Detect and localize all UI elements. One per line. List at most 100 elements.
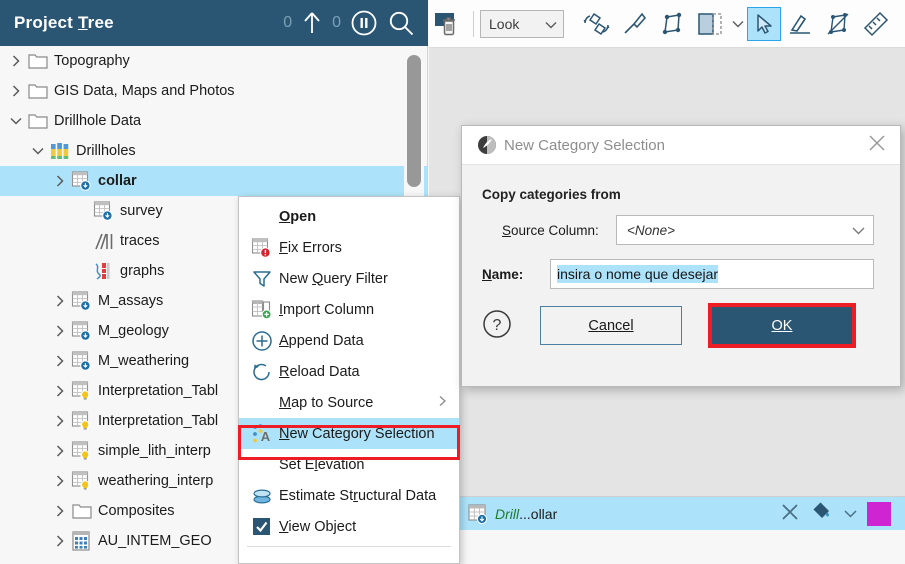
menu-item-reload-data[interactable]: Reload Data	[239, 356, 459, 387]
close-icon[interactable]	[868, 134, 900, 156]
chevron-down-icon[interactable]	[28, 144, 48, 158]
menu-item-label: Map to Source	[279, 394, 374, 411]
table-data-icon	[70, 290, 94, 312]
chevron-down-icon[interactable]	[844, 506, 857, 521]
toolbar-divider	[473, 10, 474, 37]
chevron-down-icon	[545, 16, 557, 32]
polyline-edit-button[interactable]	[819, 4, 857, 44]
funnel-filter-icon	[245, 268, 279, 290]
menu-item-fix-errors[interactable]: Fix Errors	[239, 232, 459, 263]
ok-button-highlight: OK	[708, 303, 856, 348]
tree-item-label: Interpretation_Tabl	[98, 383, 219, 399]
tree-item-label: simple_lith_interp	[98, 443, 211, 459]
tree-item-label: Topography	[54, 53, 130, 69]
chevron-down-icon[interactable]	[6, 114, 26, 128]
delete-scene-button[interactable]	[429, 4, 467, 44]
menu-item-label: Append Data	[279, 332, 364, 349]
tree-item-label: GIS Data, Maps and Photos	[54, 83, 235, 99]
block-model-icon	[70, 530, 94, 552]
tree-item-topography[interactable]: Topography	[0, 46, 427, 76]
chevron-right-icon[interactable]	[50, 294, 70, 308]
tree-item-collar[interactable]: collar	[0, 166, 427, 196]
chevron-right-icon[interactable]	[50, 534, 70, 548]
copy-categories-label: Copy categories from	[482, 187, 621, 202]
chevron-right-icon	[438, 395, 459, 410]
pause-circle-icon[interactable]	[350, 9, 378, 37]
chevron-down-icon	[852, 223, 865, 238]
orbit-rotate-button[interactable]	[577, 4, 615, 44]
chevron-right-icon[interactable]	[50, 504, 70, 518]
tree-item-gis-data-maps-and-photos[interactable]: GIS Data, Maps and Photos	[0, 76, 427, 106]
dialog-buttons: ? Cancel OK	[482, 303, 880, 348]
tree-item-label: M_weathering	[98, 353, 190, 369]
menu-item-view-object[interactable]: View Object	[239, 511, 459, 542]
menu-item-import-column[interactable]: Import Column	[239, 294, 459, 325]
shape-row-actions	[780, 501, 905, 526]
menu-item-label: Open	[279, 208, 317, 225]
chevron-right-icon[interactable]	[50, 354, 70, 368]
close-x-icon[interactable]	[780, 502, 800, 525]
chevron-right-icon[interactable]	[50, 384, 70, 398]
dialog-body: Copy categories from Source Column: <Non…	[462, 165, 900, 348]
paint-bucket-icon[interactable]	[810, 502, 834, 525]
menu-item-new-category-selection[interactable]: A New Category Selection	[239, 418, 459, 449]
chevron-right-icon[interactable]	[50, 414, 70, 428]
folder-icon	[26, 110, 50, 132]
menu-item-label: Reload Data	[279, 363, 360, 380]
draw-polygon-button[interactable]	[653, 4, 691, 44]
context-menu[interactable]: Open Fix Errors New Query Filter Import Col…	[238, 196, 460, 564]
question-circle-icon[interactable]: ?	[482, 309, 516, 342]
menu-item-label: Estimate Structural Data	[279, 487, 437, 504]
chevron-right-icon[interactable]	[50, 444, 70, 458]
chevron-right-icon[interactable]	[50, 174, 70, 188]
select-pointer-button[interactable]	[747, 6, 781, 41]
table-data-icon	[92, 200, 116, 222]
tree-item-label: M_assays	[98, 293, 164, 309]
draw-line-button[interactable]	[615, 4, 653, 44]
clipping-box-dropdown[interactable]	[729, 4, 747, 44]
chevron-right-icon[interactable]	[50, 474, 70, 488]
clipping-box-button[interactable]	[691, 4, 729, 44]
tree-item-drillhole-data[interactable]: Drillhole Data	[0, 106, 427, 136]
menu-item-label: View Object	[279, 518, 357, 535]
ok-button[interactable]: OK	[712, 307, 852, 344]
name-input[interactable]: insira o nome que desejar	[550, 259, 874, 289]
menu-item-estimate-structural-data[interactable]: Estimate Structural Data	[239, 480, 459, 511]
tree-scrollbar-thumb[interactable]	[407, 55, 421, 187]
tree-item-label: Drillhole Data	[54, 113, 142, 129]
measure-ruler-button[interactable]	[857, 4, 895, 44]
menu-item-label: Fix Errors	[279, 239, 342, 256]
menu-item-map-to-source[interactable]: Map to Source	[239, 387, 459, 418]
upload-arrow-icon[interactable]	[301, 10, 323, 36]
chevron-right-icon[interactable]	[50, 324, 70, 338]
svg-text:A: A	[261, 429, 271, 444]
queue-count: 0	[332, 14, 341, 31]
look-dropdown-label: Look	[489, 15, 520, 32]
table-interp-icon	[70, 380, 94, 402]
table-interp-icon	[70, 440, 94, 462]
tree-item-label: collar	[98, 173, 137, 189]
table-interp-icon	[70, 470, 94, 492]
traces-icon	[92, 230, 116, 252]
menu-item-open[interactable]: Open	[239, 201, 459, 232]
chevron-right-icon[interactable]	[6, 54, 26, 68]
shape-color-swatch[interactable]	[867, 501, 891, 526]
page-title: Project Tree	[14, 13, 114, 32]
menu-item-set-elevation[interactable]: Set Elevation	[239, 449, 459, 480]
chevron-right-icon[interactable]	[6, 84, 26, 98]
menu-item-append-data[interactable]: Append Data	[239, 325, 459, 356]
search-icon[interactable]	[387, 9, 415, 37]
shape-list-row[interactable]: Drill...ollar	[429, 497, 905, 530]
source-column-select[interactable]: <None>	[616, 215, 874, 245]
cancel-button[interactable]: Cancel	[540, 306, 682, 345]
svg-text:?: ?	[493, 317, 502, 334]
tree-item-drillholes[interactable]: Drillholes	[0, 136, 427, 166]
source-column-value: <None>	[627, 222, 676, 238]
name-input-value: insira o nome que desejar	[557, 265, 719, 283]
tree-item-label: traces	[120, 233, 160, 249]
table-error-icon	[245, 237, 279, 259]
menu-item-new-query-filter[interactable]: New Query Filter	[239, 263, 459, 294]
look-dropdown[interactable]: Look	[480, 9, 564, 38]
tree-item-label: Drillholes	[76, 143, 136, 159]
draw-slice-button[interactable]	[781, 4, 819, 44]
